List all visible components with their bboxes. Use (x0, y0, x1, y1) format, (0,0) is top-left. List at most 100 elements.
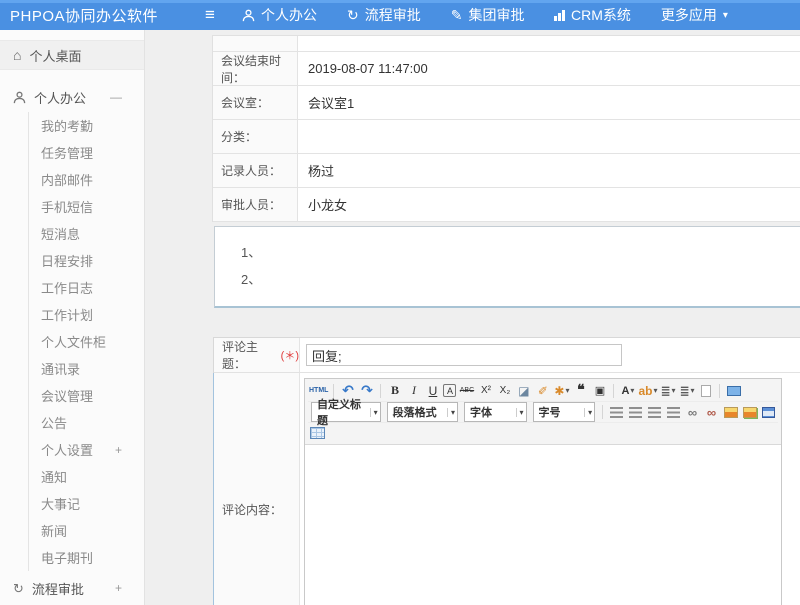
menu-toggle-icon[interactable]: ≡ (190, 5, 230, 25)
home-icon: ⌂ (13, 48, 21, 62)
comment-subject-cell (300, 338, 800, 372)
subscript-button[interactable]: X₂ (496, 382, 513, 399)
align-center-button[interactable] (627, 404, 644, 421)
align-right-button[interactable] (646, 404, 663, 421)
sidebar-item-desktop[interactable]: ⌂ 个人桌面 (0, 40, 144, 70)
sidebar-item-meeting-management[interactable]: 会议管理 (29, 382, 144, 409)
nav-crm-system[interactable]: CRM系统 (554, 5, 630, 25)
app-logo: PHPOA协同办公软件 (0, 5, 190, 26)
table-row: 会议结束时间： 2019-08-07 11:47:00 (213, 52, 800, 86)
nav-label: CRM系统 (571, 5, 631, 25)
comment-content-row: 评论内容： HTML ↶ ↷ B I U (213, 373, 800, 605)
superscript-button[interactable]: X² (477, 382, 494, 399)
align-left-icon (610, 407, 623, 418)
sidebar-item-news[interactable]: 新闻 (29, 517, 144, 544)
sidebar-item-internal-mail[interactable]: 内部邮件 (29, 166, 144, 193)
nav-group-approval[interactable]: ✎ 集团审批 (451, 5, 525, 25)
sidebar-item-contacts[interactable]: 通讯录 (29, 355, 144, 382)
highlight-color-button[interactable]: ab▾ (638, 382, 657, 399)
paragraph-format-select[interactable]: 段落格式▾ (387, 402, 458, 422)
select-value: 字体 (470, 404, 492, 420)
sidebar-group-workflow[interactable]: ↻ 流程审批 + (0, 573, 144, 603)
sidebar-item-label: 公告 (41, 413, 67, 432)
font-style-button[interactable]: A (443, 384, 456, 397)
rich-text-editor: HTML ↶ ↷ B I U A ABC X² X₂ ◪ (304, 378, 782, 605)
blockquote-button[interactable]: ❝ (572, 382, 589, 399)
palette-icon[interactable]: ✱▾ (553, 382, 570, 399)
font-size-select[interactable]: 字号▾ (533, 402, 596, 422)
sidebar-item-label: 工作计划 (41, 305, 93, 324)
chevron-down-icon: ▾ (565, 386, 569, 395)
insert-image-button[interactable] (722, 404, 739, 421)
select-value: 段落格式 (393, 404, 437, 420)
multi-image-icon (743, 407, 757, 418)
multi-image-button[interactable] (741, 404, 758, 421)
sidebar-item-short-message[interactable]: 短消息 (29, 220, 144, 247)
nav-workflow-approval[interactable]: ↻ 流程审批 (347, 5, 421, 25)
sidebar-item-sms[interactable]: 手机短信 (29, 193, 144, 220)
strikethrough-button[interactable]: ABC (458, 382, 475, 399)
media-icon (762, 407, 775, 418)
align-justify-button[interactable] (665, 404, 682, 421)
chevron-down-icon: ▾ (370, 408, 378, 417)
remove-link-icon[interactable]: ∞ (703, 404, 720, 421)
meeting-info-table: 会议结束时间： 2019-08-07 11:47:00 会议室： 会议室1 分类… (212, 35, 800, 222)
editor-content-area[interactable] (305, 445, 781, 605)
sidebar-item-personal-settings[interactable]: 个人设置+ (29, 436, 144, 463)
sidebar-item-label: 手机短信 (41, 197, 93, 216)
ordered-list-button[interactable]: ≣▾ (659, 382, 676, 399)
nav-personal-office[interactable]: 个人办公 (242, 5, 317, 25)
bold-button[interactable]: B (386, 382, 403, 399)
new-page-button[interactable] (697, 382, 714, 399)
sidebar-item-work-plan[interactable]: 工作计划 (29, 301, 144, 328)
comment-subject-input[interactable] (306, 344, 622, 366)
sidebar-item-label: 我的考勤 (41, 116, 93, 135)
select-value: 字号 (539, 404, 561, 420)
bar-chart-icon (554, 10, 565, 21)
unordered-list-glyph: ≣ (679, 384, 689, 398)
page-icon (701, 385, 711, 397)
sidebar-item-work-log[interactable]: 工作日志 (29, 274, 144, 301)
sidebar-item-notices[interactable]: 通知 (29, 463, 144, 490)
remove-format-icon[interactable]: ◪ (515, 382, 532, 399)
sidebar-item-file-cabinet[interactable]: 个人文件柜 (29, 328, 144, 355)
paste-from-word-icon[interactable]: ▣ (591, 382, 608, 399)
sidebar-item-announcements[interactable]: 公告 (29, 409, 144, 436)
sidebar-item-attendance[interactable]: 我的考勤 (29, 112, 144, 139)
toolbar-row-3 (308, 422, 778, 443)
sidebar-item-tasks[interactable]: 任务管理 (29, 139, 144, 166)
italic-button[interactable]: I (405, 382, 422, 399)
expand-icon[interactable]: + (115, 581, 122, 595)
sidebar-item-label: 短消息 (41, 224, 80, 243)
nav-label: 更多应用 (661, 5, 717, 25)
chevron-down-icon: ▾ (672, 386, 676, 395)
sidebar-group-personal-office[interactable]: 个人办公 — (0, 82, 144, 112)
fullscreen-button[interactable] (725, 382, 742, 399)
align-right-icon (648, 407, 661, 418)
insert-link-icon[interactable]: ∞ (684, 404, 701, 421)
comment-form-table: 评论主题： (＊) 评论内容： HTML ↶ (213, 337, 800, 605)
insert-media-button[interactable] (760, 404, 777, 421)
unordered-list-button[interactable]: ≣▾ (678, 382, 695, 399)
toolbar-separator (380, 384, 381, 398)
toolbar-row-2: 自定义标题▾ 段落格式▾ 字体▾ 字号▾ ∞ ∞ (308, 401, 778, 422)
align-left-button[interactable] (608, 404, 625, 421)
font-family-select[interactable]: 字体▾ (464, 402, 527, 422)
underline-button[interactable]: U (424, 382, 441, 399)
sidebar-item-label: 个人桌面 (29, 46, 81, 65)
heading-select[interactable]: 自定义标题▾ (311, 402, 381, 422)
nav-more-apps[interactable]: 更多应用 ▾ (661, 5, 728, 25)
expand-icon[interactable]: + (115, 443, 122, 457)
sidebar-item-major-events[interactable]: 大事记 (29, 490, 144, 517)
sidebar-item-label: 日程安排 (41, 251, 93, 270)
toolbar-separator (719, 384, 720, 398)
nav-label: 流程审批 (365, 5, 421, 25)
font-color-button[interactable]: A▾ (619, 382, 636, 399)
sidebar-item-schedule[interactable]: 日程安排 (29, 247, 144, 274)
insert-table-button[interactable] (309, 425, 326, 442)
collapse-icon[interactable]: — (110, 90, 122, 104)
align-justify-icon (667, 407, 680, 418)
format-brush-icon[interactable]: ✐ (534, 382, 551, 399)
align-center-icon (629, 407, 642, 418)
sidebar-item-e-journal[interactable]: 电子期刊 (29, 544, 144, 571)
